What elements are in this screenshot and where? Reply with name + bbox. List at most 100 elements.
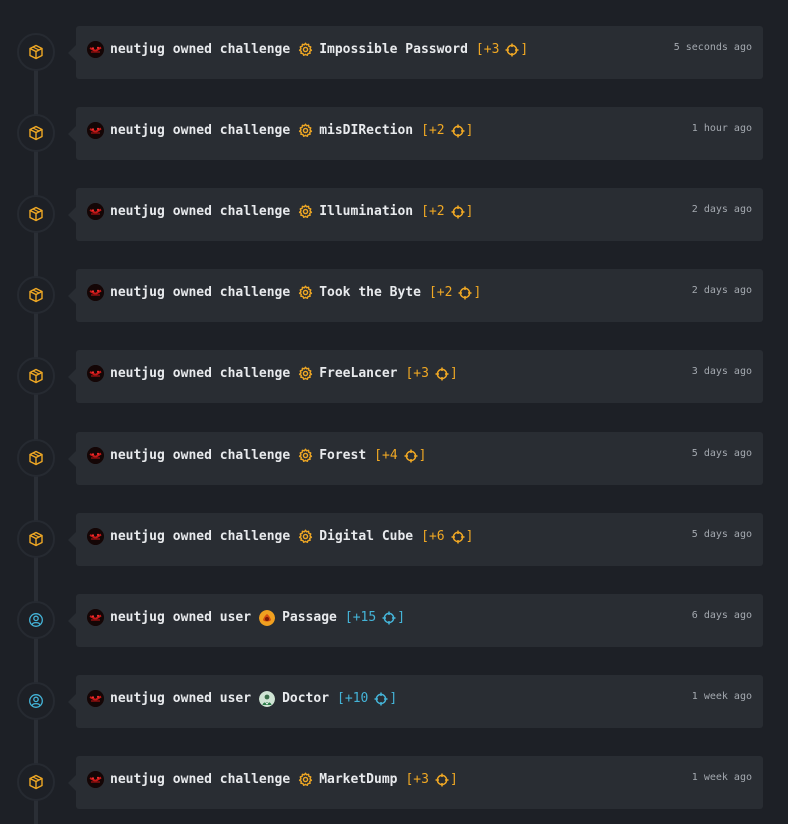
user-avatar[interactable]: [87, 528, 104, 545]
points-close: ]: [465, 204, 474, 219]
points-close: ]: [465, 123, 474, 138]
box-icon: [28, 44, 44, 60]
points-value: [+6: [421, 529, 445, 544]
target-name-link[interactable]: Digital Cube: [319, 529, 413, 544]
activity-card: neutjug owned challenge misDIRection [+2] 1 …: [68, 107, 763, 160]
username-link[interactable]: neutjug: [110, 448, 165, 463]
points-badge: [+3]: [476, 42, 528, 57]
timestamp: 1 hour ago: [691, 123, 752, 134]
timeline-entry: neutjug owned challenge MarketDump [+3] 1 we…: [0, 756, 788, 810]
box-icon: [28, 368, 44, 384]
challenge-gear-icon: [298, 42, 313, 57]
challenge-gear-icon: [298, 123, 313, 138]
points-value: [+3: [405, 366, 429, 381]
box-node: [17, 439, 55, 477]
timestamp: 2 days ago: [691, 204, 752, 215]
crosshair-icon: [451, 124, 465, 138]
points-close: ]: [473, 285, 482, 300]
target-name-link[interactable]: Doctor: [282, 691, 329, 706]
target-name-link[interactable]: MarketDump: [319, 772, 397, 787]
user-icon: [28, 693, 44, 709]
username-link[interactable]: neutjug: [110, 772, 165, 787]
points-value: [+15: [344, 610, 377, 625]
username-link[interactable]: neutjug: [110, 42, 165, 57]
user-avatar[interactable]: [87, 284, 104, 301]
crosshair-icon: [404, 449, 418, 463]
timeline-entry: neutjug owned user Passage [+15] 6 days ago: [0, 594, 788, 648]
username-link[interactable]: neutjug: [110, 529, 165, 544]
user-avatar[interactable]: [87, 203, 104, 220]
passage-machine-avatar: [259, 609, 276, 626]
user-avatar[interactable]: [87, 41, 104, 58]
user-avatar[interactable]: [87, 609, 104, 626]
crosshair-icon: [505, 43, 519, 57]
crosshair-icon: [451, 205, 465, 219]
user-avatar[interactable]: [87, 690, 104, 707]
activity-card: neutjug owned challenge FreeLancer [+3] 3 da…: [68, 350, 763, 403]
points-value: [+3: [405, 772, 429, 787]
user-avatar[interactable]: [87, 771, 104, 788]
points-close: ]: [449, 366, 458, 381]
points-badge: [+2]: [421, 123, 473, 138]
activity-line: neutjug owned challenge Digital Cube [+6]: [87, 528, 473, 545]
timeline-entry: neutjug owned user Doctor [+10] 1 week ago: [0, 675, 788, 729]
user-avatar[interactable]: [87, 122, 104, 139]
timestamp: 1 week ago: [691, 691, 752, 702]
username-link[interactable]: neutjug: [110, 366, 165, 381]
timestamp: 1 week ago: [691, 772, 752, 783]
activity-line: neutjug owned challenge misDIRection [+2]: [87, 122, 473, 139]
box-node: [17, 33, 55, 71]
target-name-link[interactable]: FreeLancer: [319, 366, 397, 381]
action-text: owned challenge: [172, 772, 291, 787]
points-value: [+4: [374, 448, 398, 463]
action-text: owned user: [172, 610, 252, 625]
points-badge: [+2]: [421, 204, 473, 219]
points-close: ]: [418, 448, 427, 463]
activity-card: neutjug owned challenge Digital Cube [+6] 5 …: [68, 513, 763, 566]
username-link[interactable]: neutjug: [110, 123, 165, 138]
username-link[interactable]: neutjug: [110, 285, 165, 300]
activity-card: neutjug owned challenge Impossible Passwor…: [68, 26, 763, 79]
crosshair-icon: [374, 692, 388, 706]
crosshair-icon: [435, 367, 449, 381]
points-value: [+2: [428, 285, 453, 300]
doctor-machine-avatar: [259, 690, 276, 707]
points-badge: [+4]: [374, 448, 426, 463]
points-close: ]: [520, 42, 529, 57]
user-icon: [28, 612, 44, 628]
timeline-entry: neutjug owned challenge Illumination [+2] 2 …: [0, 188, 788, 242]
points-close: ]: [465, 529, 474, 544]
target-name-link[interactable]: Impossible Password: [319, 42, 468, 57]
activity-card: neutjug owned challenge Forest [+4] 5 days a…: [68, 432, 763, 485]
box-icon: [28, 206, 44, 222]
points-close: ]: [397, 610, 406, 625]
activity-line: neutjug owned challenge Illumination [+2]: [87, 203, 473, 220]
box-node: [17, 763, 55, 801]
user-avatar[interactable]: [87, 447, 104, 464]
activity-card: neutjug owned challenge Illumination [+2] 2 …: [68, 188, 763, 241]
target-name-link[interactable]: Illumination: [319, 204, 413, 219]
action-text: owned challenge: [172, 123, 291, 138]
action-text: owned challenge: [172, 366, 291, 381]
action-text: owned challenge: [172, 42, 291, 57]
timeline-entry: neutjug owned challenge Impossible Passwor…: [0, 26, 788, 80]
challenge-gear-icon: [298, 772, 313, 787]
target-name-link[interactable]: Passage: [282, 610, 337, 625]
activity-line: neutjug owned challenge Took the Byte [+2]: [87, 284, 481, 301]
username-link[interactable]: neutjug: [110, 691, 165, 706]
box-node: [17, 276, 55, 314]
points-value: [+10: [337, 691, 369, 706]
timestamp: 5 days ago: [691, 529, 752, 540]
timestamp: 5 days ago: [691, 448, 752, 459]
target-name-link[interactable]: Took the Byte: [319, 285, 421, 300]
activity-card: neutjug owned user Doctor [+10] 1 week ago: [68, 675, 763, 728]
timeline-entry: neutjug owned challenge Took the Byte [+2] 2…: [0, 269, 788, 323]
points-badge: [+2]: [429, 285, 481, 300]
challenge-gear-icon: [298, 285, 313, 300]
user-avatar[interactable]: [87, 365, 104, 382]
target-name-link[interactable]: misDIRection: [319, 123, 413, 138]
target-name-link[interactable]: Forest: [319, 448, 366, 463]
activity-card: neutjug owned user Passage [+15] 6 days ago: [68, 594, 763, 647]
username-link[interactable]: neutjug: [110, 610, 165, 625]
username-link[interactable]: neutjug: [110, 204, 165, 219]
